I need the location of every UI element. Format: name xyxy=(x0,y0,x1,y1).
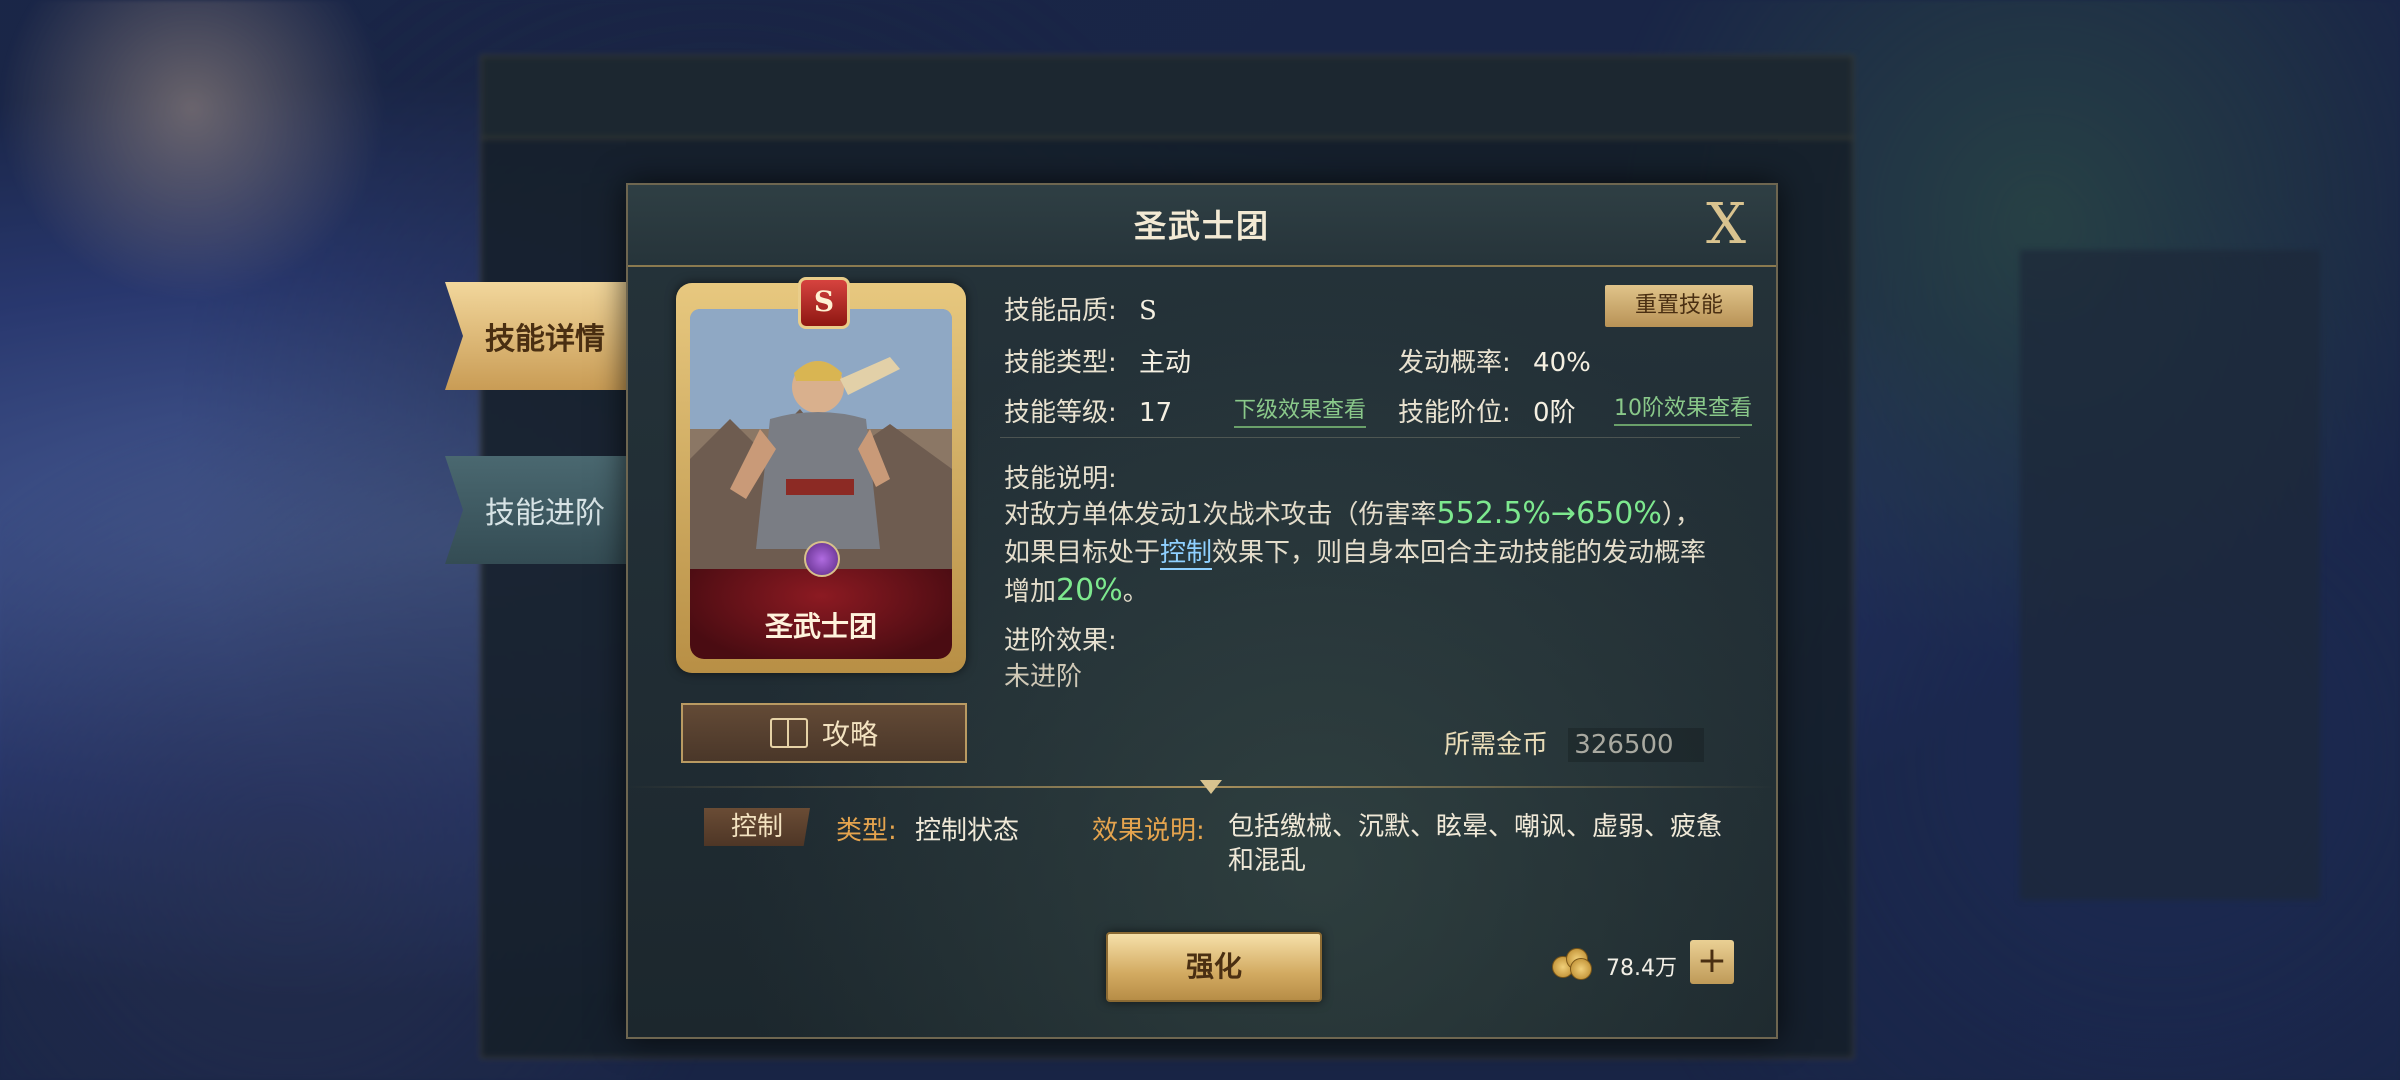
dialog-header: 圣武士团 X xyxy=(628,185,1776,267)
type-row: 技能类型: 主动 xyxy=(1004,342,1191,379)
gold-value: 326500 xyxy=(1568,728,1704,762)
skill-card-art xyxy=(690,309,952,569)
keyword-effect-value: 包括缴械、沉默、眩晕、嘲讽、虚弱、疲惫和混乱 xyxy=(1228,812,1723,876)
tab-skill-details[interactable]: 技能详情 xyxy=(445,282,645,390)
book-icon xyxy=(769,718,808,748)
gold-label: 所需金币 xyxy=(1444,730,1549,760)
close-button[interactable]: X xyxy=(1698,197,1754,253)
card-name: 圣武士团 xyxy=(764,610,877,643)
level-row: 技能等级: 17 xyxy=(1004,392,1172,429)
add-currency-button[interactable]: + xyxy=(1690,940,1734,984)
keyword-type: 类型: 控制状态 xyxy=(836,810,1019,847)
info-divider xyxy=(1000,437,1740,438)
rank-badge: S xyxy=(798,277,850,329)
card-name-plate: 圣武士团 xyxy=(690,569,952,659)
gold-coin-icon xyxy=(1552,948,1592,980)
quality-value: S xyxy=(1139,296,1157,326)
keyword-type-label: 类型: xyxy=(836,816,897,846)
desc-text-1: 对敌方单体发动1次战术攻击（伤害率 xyxy=(1004,500,1437,530)
guide-label: 攻略 xyxy=(821,718,878,751)
tier-value: 0阶 xyxy=(1533,398,1576,428)
advance-label: 进阶效果: xyxy=(1004,626,1117,656)
enhance-button[interactable]: 强化 xyxy=(1106,932,1322,1002)
desc-label: 技能说明: xyxy=(1004,464,1117,494)
advance-value: 未进阶 xyxy=(1004,662,1083,692)
warrior-illustration xyxy=(690,309,952,569)
reset-skill-button[interactable]: 重置技能 xyxy=(1605,285,1753,327)
level-value: 17 xyxy=(1139,398,1173,428)
level-label: 技能等级: xyxy=(1004,398,1117,428)
type-value: 主动 xyxy=(1139,348,1192,378)
chance-value: 40% xyxy=(1533,348,1591,378)
currency-amount: 78.4万 xyxy=(1606,956,1677,981)
required-gold: 所需金币 326500 xyxy=(1444,724,1704,762)
keyword-type-value: 控制状态 xyxy=(915,816,1020,846)
tier-row: 技能阶位: 0阶 xyxy=(1398,392,1576,429)
type-label: 技能类型: xyxy=(1004,348,1117,378)
strip-divider xyxy=(626,786,1774,788)
guide-button[interactable]: 攻略 xyxy=(681,703,967,763)
tier10-effect-link[interactable]: 10阶效果查看 xyxy=(1614,390,1752,426)
tier-label: 技能阶位: xyxy=(1398,398,1511,428)
quality-row: 技能品质: S xyxy=(1004,290,1157,327)
control-keyword-link[interactable]: 控制 xyxy=(1160,538,1213,570)
desc-text-4: 。 xyxy=(1122,577,1149,607)
keyword-effect-label: 效果说明: xyxy=(1092,816,1205,846)
skill-card: 圣武士团 S xyxy=(676,277,966,673)
quality-label: 技能品质: xyxy=(1004,296,1117,326)
next-level-effect-link[interactable]: 下级效果查看 xyxy=(1234,392,1367,428)
chance-row: 发动概率: 40% xyxy=(1398,342,1591,379)
chance-increase-highlight: 20% xyxy=(1056,573,1123,608)
keyword-tag: 控制 xyxy=(704,808,810,846)
dialog-title: 圣武士团 xyxy=(1133,207,1270,245)
chance-label: 发动概率: xyxy=(1398,348,1511,378)
tab-skill-advance[interactable]: 技能进阶 xyxy=(445,456,645,564)
damage-rate-highlight: 552.5%→650% xyxy=(1436,496,1662,531)
skill-description: 对敌方单体发动1次战术攻击（伤害率552.5%→650%），如果目标处于控制效果… xyxy=(1004,495,1724,611)
card-gem-icon xyxy=(804,541,840,577)
